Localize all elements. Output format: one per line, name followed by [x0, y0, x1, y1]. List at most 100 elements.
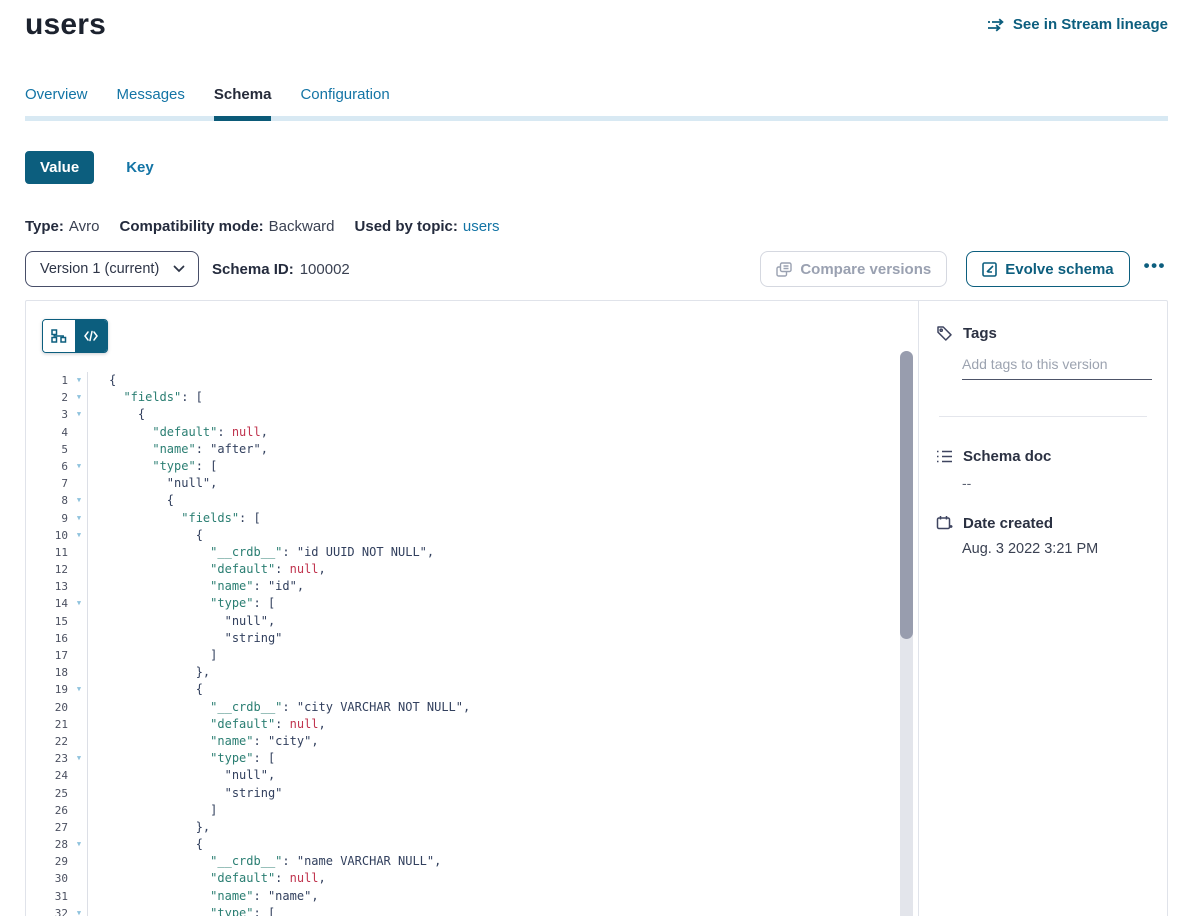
- compare-versions-label: Compare versions: [800, 261, 931, 278]
- line-number: 25: [42, 785, 71, 802]
- line-number: 18: [42, 664, 71, 681]
- editor-scrollbar-track[interactable]: [900, 351, 913, 916]
- collapse-arrow-icon[interactable]: ▼: [71, 527, 87, 544]
- evolve-schema-button[interactable]: Evolve schema: [966, 251, 1129, 287]
- line-number: 24: [42, 767, 71, 784]
- collapse-arrow-icon[interactable]: ▼: [71, 836, 87, 853]
- schema-sidebar: Tags Schema doc --: [919, 301, 1167, 916]
- code-line: 29"__crdb__": "name VARCHAR NULL",: [42, 853, 918, 870]
- line-number: 6: [42, 458, 71, 475]
- code-line: 9▼"fields": [: [42, 510, 918, 527]
- schema-doc-section: Schema doc --: [936, 448, 1149, 491]
- line-number: 2: [42, 389, 71, 406]
- line-number: 27: [42, 819, 71, 836]
- evolve-schema-label: Evolve schema: [1005, 261, 1113, 278]
- code-line-text: ]: [87, 647, 918, 664]
- collapse-arrow-icon[interactable]: ▼: [71, 905, 87, 916]
- version-select-value: Version 1 (current): [40, 261, 159, 277]
- line-number: 5: [42, 441, 71, 458]
- code-line-text: "name": "id",: [87, 578, 918, 595]
- line-number: 23: [42, 750, 71, 767]
- tree-view-button[interactable]: [43, 320, 75, 352]
- gutter-spacer: [71, 647, 87, 664]
- collapse-arrow-icon[interactable]: ▼: [71, 681, 87, 698]
- compatibility-label: Compatibility mode:: [119, 218, 263, 235]
- gutter-spacer: [71, 630, 87, 647]
- collapse-arrow-icon[interactable]: ▼: [71, 510, 87, 527]
- code-line: 3▼{: [42, 406, 918, 423]
- collapse-arrow-icon[interactable]: ▼: [71, 750, 87, 767]
- code-line: 13"name": "id",: [42, 578, 918, 595]
- tab-messages[interactable]: Messages: [117, 86, 185, 116]
- more-options-button[interactable]: •••: [1142, 256, 1168, 282]
- add-tags-input[interactable]: [962, 356, 1152, 380]
- code-line-text: "fields": [: [87, 389, 918, 406]
- code-line: 24 "null",: [42, 767, 918, 784]
- collapse-arrow-icon[interactable]: ▼: [71, 492, 87, 509]
- version-select[interactable]: Version 1 (current): [25, 251, 199, 287]
- code-line-text: "null",: [87, 767, 918, 784]
- collapse-arrow-icon[interactable]: ▼: [71, 406, 87, 423]
- code-line-text: "default": null,: [87, 561, 918, 578]
- code-line-text: "name": "city",: [87, 733, 918, 750]
- see-in-stream-lineage-link[interactable]: See in Stream lineage: [987, 16, 1168, 33]
- code-line: 20"__crdb__": "city VARCHAR NOT NULL",: [42, 699, 918, 716]
- collapse-arrow-icon[interactable]: ▼: [71, 372, 87, 389]
- code-line-text: {: [87, 527, 918, 544]
- gutter-spacer: [71, 802, 87, 819]
- line-number: 17: [42, 647, 71, 664]
- gutter-spacer: [71, 699, 87, 716]
- code-line-text: {: [87, 372, 918, 389]
- code-line: 5 "name": "after",: [42, 441, 918, 458]
- code-view-button[interactable]: [75, 320, 107, 352]
- topic-link[interactable]: users: [463, 218, 500, 235]
- gutter-spacer: [71, 853, 87, 870]
- code-line: 7"null",: [42, 475, 918, 492]
- compare-versions-button[interactable]: Compare versions: [760, 251, 947, 287]
- line-number: 4: [42, 424, 71, 441]
- stream-lineage-icon: [987, 18, 1006, 32]
- value-key-toggle: Value Key: [25, 151, 1168, 184]
- code-line: 28▼{: [42, 836, 918, 853]
- code-line-text: "type": [: [87, 595, 918, 612]
- line-number: 12: [42, 561, 71, 578]
- code-line-text: "string": [87, 630, 918, 647]
- date-created-heading: Date created: [936, 515, 1149, 532]
- code-line: 16"string": [42, 630, 918, 647]
- code-line: 6▼"type": [: [42, 458, 918, 475]
- editor-scrollbar-thumb[interactable]: [900, 351, 913, 639]
- code-line-text: "__crdb__": "id UUID NOT NULL",: [87, 544, 918, 561]
- code-line-text: "type": [: [87, 905, 918, 916]
- schema-doc-heading: Schema doc: [936, 448, 1149, 465]
- schema-doc-value: --: [962, 475, 1149, 491]
- key-toggle-button[interactable]: Key: [120, 158, 160, 177]
- tag-icon: [936, 325, 953, 342]
- code-line: 8▼{: [42, 492, 918, 509]
- line-number: 1: [42, 372, 71, 389]
- gutter-spacer: [71, 613, 87, 630]
- compatibility-meta: Compatibility mode: Backward: [119, 218, 334, 235]
- collapse-arrow-icon[interactable]: ▼: [71, 389, 87, 406]
- value-toggle-button[interactable]: Value: [25, 151, 94, 184]
- schema-id-label: Schema ID:: [212, 261, 294, 278]
- edit-icon: [982, 262, 997, 277]
- tags-heading-label: Tags: [963, 325, 997, 342]
- code-line-text: "default": null,: [87, 870, 918, 887]
- tab-configuration[interactable]: Configuration: [300, 86, 389, 116]
- code-line-text: "name": "after",: [87, 441, 918, 458]
- collapse-arrow-icon[interactable]: ▼: [71, 458, 87, 475]
- tab-schema[interactable]: Schema: [214, 86, 272, 116]
- collapse-arrow-icon[interactable]: ▼: [71, 595, 87, 612]
- line-number: 11: [42, 544, 71, 561]
- code-line-text: {: [87, 492, 918, 509]
- page-title: users: [25, 8, 106, 42]
- schema-page: users See in Stream lineage Overview Mes…: [0, 0, 1189, 916]
- tab-overview[interactable]: Overview: [25, 86, 88, 116]
- date-created-value: Aug. 3 2022 3:21 PM: [962, 541, 1149, 557]
- gutter-spacer: [71, 785, 87, 802]
- gutter-spacer: [71, 767, 87, 784]
- code-line-text: "default": null,: [87, 716, 918, 733]
- line-number: 21: [42, 716, 71, 733]
- gutter-spacer: [71, 819, 87, 836]
- code-line-text: "type": [: [87, 750, 918, 767]
